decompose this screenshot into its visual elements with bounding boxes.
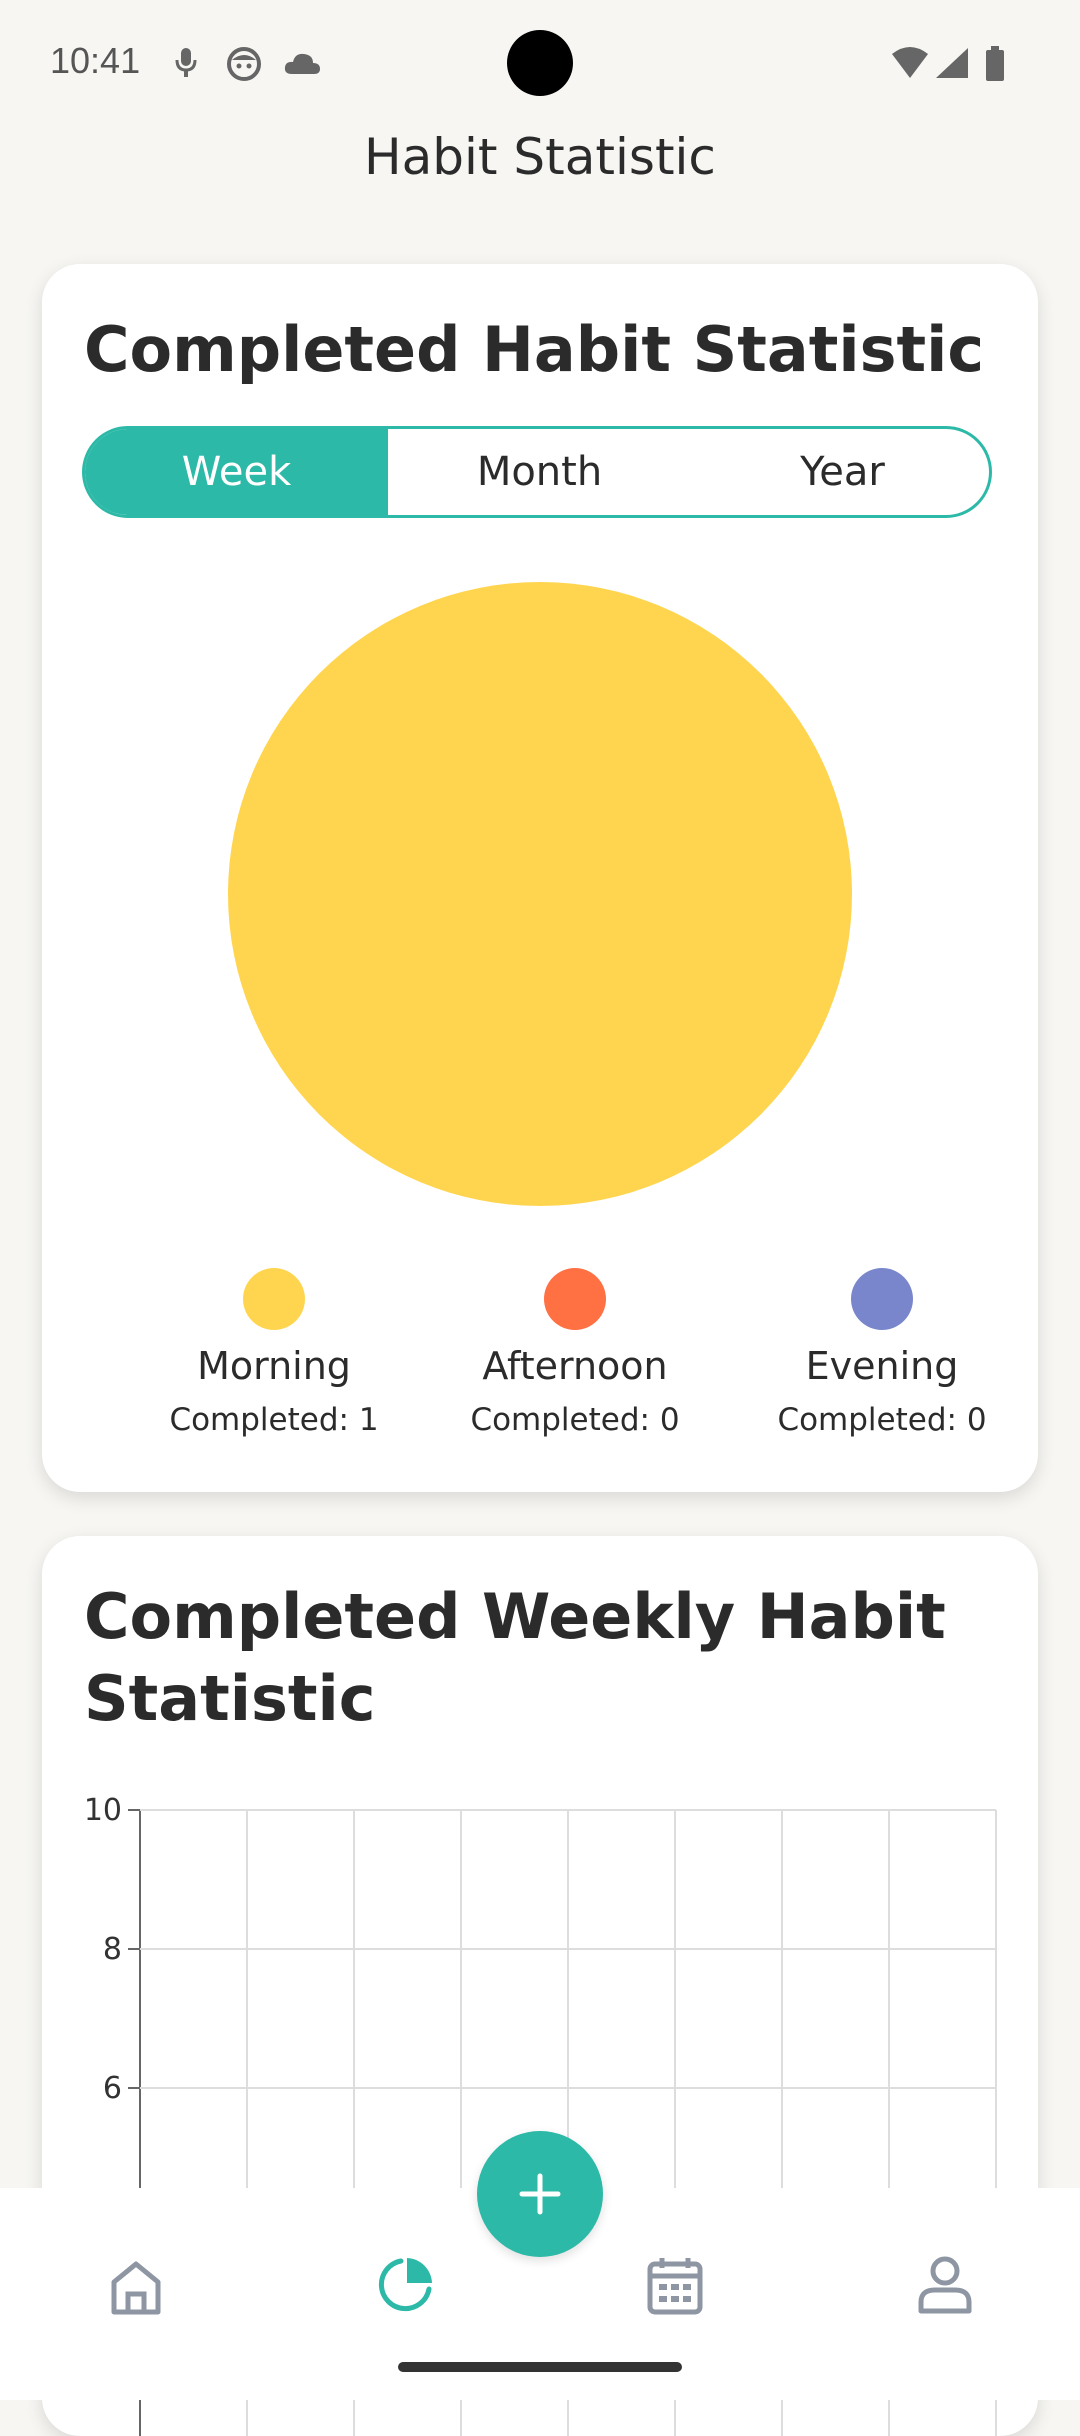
legend-dot-afternoon	[544, 1268, 606, 1330]
home-indicator	[398, 2362, 682, 2372]
legend-count: Completed: 1	[169, 1402, 379, 1438]
card-title-line2: Statistic	[84, 1662, 376, 1735]
calendar-icon[interactable]	[646, 2256, 704, 2316]
legend-label: Morning	[197, 1344, 351, 1388]
legend-item-afternoon: Afternoon Completed: 0	[425, 1268, 725, 1438]
legend-count: Completed: 0	[470, 1402, 680, 1438]
cloud-icon	[284, 53, 320, 74]
y-tick-label: 10	[84, 1793, 122, 1828]
mic-icon	[175, 48, 197, 77]
legend-label: Evening	[805, 1344, 959, 1388]
tab-year[interactable]: Year	[691, 429, 989, 515]
legend-count: Completed: 0	[777, 1402, 987, 1438]
battery-icon	[986, 46, 1004, 81]
legend-item-evening: Evening Completed: 0	[732, 1268, 1032, 1438]
pie-slice-morning	[228, 582, 852, 1206]
statistics-icon[interactable]	[374, 2254, 436, 2316]
signal-icon	[936, 48, 968, 78]
pie-legend: Morning Completed: 1 Afternoon Completed…	[42, 1268, 1038, 1468]
y-tick-label: 8	[103, 1932, 122, 1967]
home-icon[interactable]	[110, 2260, 162, 2316]
face-icon	[227, 47, 261, 81]
period-tabs: Week Month Year	[82, 426, 992, 518]
camera-hole	[507, 30, 573, 96]
status-bar: 10:41	[0, 0, 1080, 130]
wifi-icon	[892, 47, 928, 78]
legend-label: Afternoon	[482, 1344, 668, 1388]
plus-icon	[519, 2173, 561, 2215]
status-time: 10:41	[50, 40, 141, 81]
pie-chart	[228, 582, 852, 1206]
card-title-line1: Completed Weekly Habit	[84, 1580, 946, 1653]
legend-dot-evening	[851, 1268, 913, 1330]
tab-month[interactable]: Month	[388, 429, 691, 515]
y-tick-label: 6	[103, 2071, 122, 2106]
completed-habit-card: Completed Habit Statistic Week Month Yea…	[42, 264, 1038, 1492]
page-title: Habit Statistic	[364, 128, 716, 186]
legend-item-morning: Morning Completed: 1	[124, 1268, 424, 1438]
tab-week[interactable]: Week	[85, 429, 388, 515]
profile-icon[interactable]	[916, 2254, 974, 2316]
legend-dot-morning	[243, 1268, 305, 1330]
add-habit-button[interactable]	[477, 2131, 603, 2257]
card-title: Completed Habit Statistic	[84, 313, 985, 386]
